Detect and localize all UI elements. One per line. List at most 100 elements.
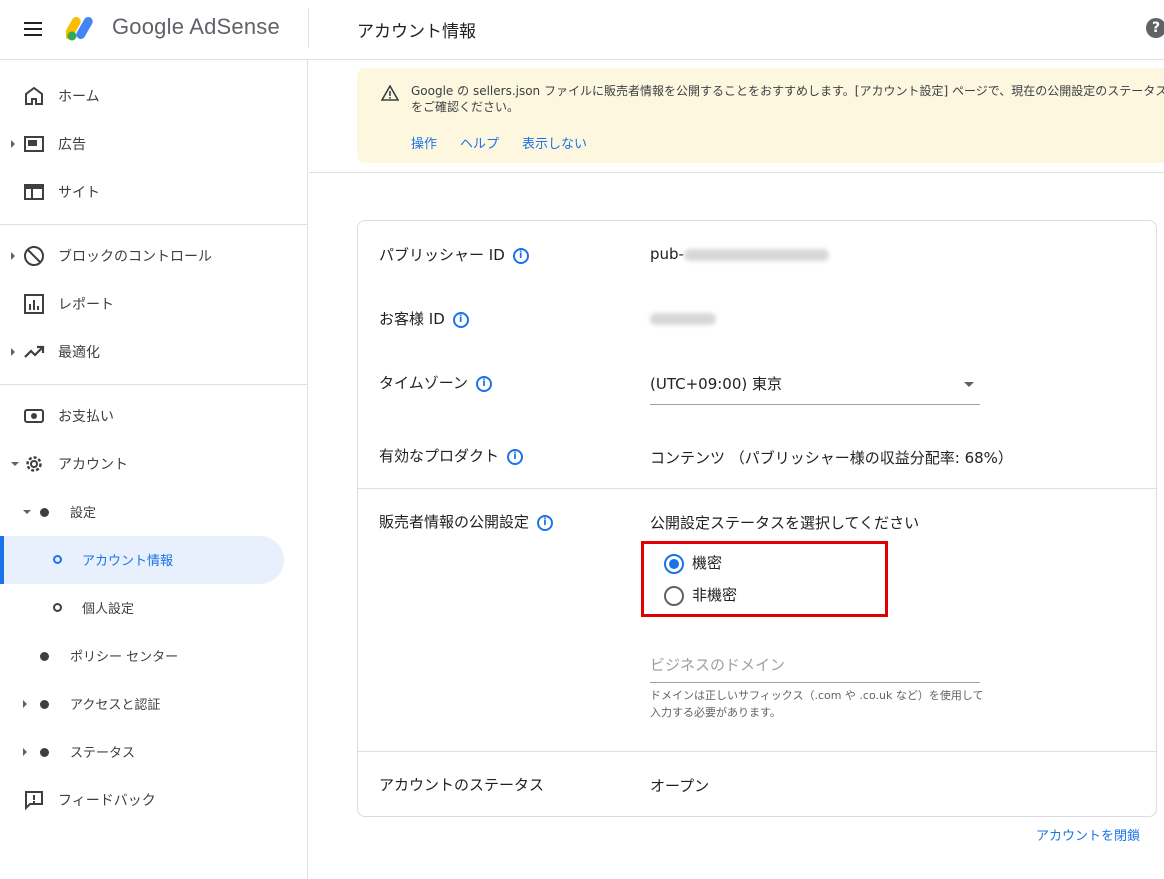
payments-icon (24, 409, 44, 423)
sidebar-item-feedback[interactable]: フィードバック (0, 776, 308, 824)
sidebar-item-policy-center[interactable]: ポリシー センター (0, 632, 308, 680)
banner-message: Google の sellers.json ファイルに販売者情報を公開することを… (411, 84, 1164, 114)
domain-help-text: ドメインは正しいサフィックス（.com や .co.uk など）を使用して入力す… (650, 689, 984, 719)
sidebar-item-optimization[interactable]: 最適化 (0, 328, 308, 376)
expand-caret-icon[interactable] (11, 348, 15, 356)
sidebar-item-personal-settings[interactable]: 個人設定 (0, 584, 308, 632)
info-icon[interactable]: i (507, 448, 524, 465)
warning-icon (381, 85, 399, 101)
adsense-logo-icon (66, 17, 93, 41)
trending-up-icon (24, 345, 45, 358)
timezone-label: タイムゾーン (379, 374, 468, 392)
sidebar-item-label: アカウント (58, 457, 128, 473)
publisher-id-label: パブリッシャー ID (379, 246, 505, 264)
sidebar-item-label: フィードバック (58, 793, 156, 809)
ring-bullet-icon (53, 555, 62, 564)
bullet-icon (40, 748, 49, 757)
collapse-caret-icon[interactable] (23, 510, 31, 514)
sidebar-divider (0, 224, 308, 225)
seller-visibility-prompt: 公開設定ステータスを選択してください (650, 514, 920, 532)
business-domain-input[interactable]: ビジネスのドメイン (650, 647, 980, 683)
sidebar-item-sites[interactable]: サイト (0, 168, 308, 216)
reports-icon (24, 294, 44, 314)
sidebar-item-label: ステータス (70, 746, 136, 761)
customer-id-value (650, 309, 716, 327)
info-icon[interactable]: i (512, 247, 529, 264)
ring-bullet-icon (53, 603, 62, 612)
sidebar-item-home[interactable]: ホーム (0, 72, 308, 120)
visibility-radio-highlight: 機密 非機密 (641, 541, 888, 617)
feedback-icon (25, 791, 43, 811)
sidebar-item-label: お支払い (58, 409, 114, 425)
sidebar-item-payments[interactable]: お支払い (0, 392, 308, 440)
block-icon (24, 246, 44, 266)
timezone-row: タイムゾーン i (379, 372, 492, 393)
banner-help-link[interactable]: ヘルプ (460, 133, 499, 152)
expand-caret-icon[interactable] (23, 748, 27, 756)
products-row: 有効なプロダクト i (379, 445, 524, 466)
expand-caret-icon[interactable] (23, 700, 27, 708)
sidebar-item-label: ホーム (58, 89, 100, 105)
collapse-caret-icon[interactable] (11, 462, 19, 466)
info-icon[interactable]: i (452, 311, 469, 328)
sidebar-item-label: サイト (58, 185, 100, 201)
seller-info-row: 販売者情報の公開設定 i (379, 511, 554, 532)
sidebar-divider (0, 384, 308, 385)
products-label: 有効なプロダクト (379, 447, 500, 465)
sidebar-item-status[interactable]: ステータス (0, 728, 308, 776)
banner-action-link[interactable]: 操作 (411, 133, 437, 152)
ads-icon (24, 136, 44, 152)
sidebar-item-settings[interactable]: 設定 (0, 488, 308, 536)
card-divider (358, 751, 1156, 752)
info-icon[interactable]: i (537, 514, 554, 531)
sites-icon (24, 184, 44, 200)
app-name: Google AdSense (112, 14, 280, 39)
publisher-id-value: pub- (650, 245, 829, 263)
sidebar-item-ads[interactable]: 広告 (0, 120, 308, 168)
sidebar-item-label: 広告 (58, 137, 86, 153)
non-confidential-radio[interactable] (664, 586, 684, 606)
seller-info-label: 販売者情報の公開設定 (379, 513, 530, 531)
sidebar-item-label: ブロックのコントロール (58, 249, 212, 265)
sidebar: ホーム 広告 サイト ブロックのコントロール レポート 最適化 お支払い アカウ… (0, 60, 308, 879)
card-divider (358, 488, 1156, 489)
top-bar: Google AdSense アカウント情報 ? (0, 0, 1164, 60)
expand-caret-icon[interactable] (11, 140, 15, 148)
non-confidential-radio-label[interactable]: 非機密 (692, 584, 737, 605)
account-status-value: オープン (650, 777, 710, 795)
sidebar-item-label: アクセスと認証 (70, 698, 161, 713)
account-info-card: パブリッシャー ID i pub- お客様 ID i タイムゾーン i (UTC+09… (357, 220, 1157, 817)
sidebar-item-account[interactable]: アカウント (0, 440, 308, 488)
products-value: コンテンツ （パブリッシャー様の収益分配率: 68%） (650, 449, 1013, 467)
publisher-id-prefix: pub- (650, 245, 684, 263)
info-icon[interactable]: i (475, 375, 492, 392)
banner-dismiss-link[interactable]: 表示しない (522, 133, 587, 152)
header-divider (308, 8, 309, 48)
close-account-link[interactable]: アカウントを閉鎖 (1036, 825, 1140, 844)
redacted-publisher-id (683, 248, 829, 261)
timezone-select[interactable]: (UTC+09:00) 東京 (650, 369, 980, 405)
content-divider (309, 172, 1164, 173)
main-menu-icon[interactable] (24, 19, 46, 39)
bullet-icon (40, 508, 49, 517)
account-status-label: アカウントのステータス (379, 776, 545, 794)
sidebar-item-label: 最適化 (58, 345, 100, 361)
expand-caret-icon[interactable] (11, 252, 15, 260)
sidebar-item-label: 個人設定 (82, 602, 135, 617)
redacted-customer-id (650, 312, 716, 325)
bullet-icon (40, 700, 49, 709)
help-icon[interactable]: ? (1146, 18, 1164, 38)
confidential-radio-label[interactable]: 機密 (692, 552, 722, 573)
sidebar-item-label: レポート (58, 297, 114, 313)
sidebar-item-blocking-controls[interactable]: ブロックのコントロール (0, 232, 308, 280)
publisher-id-row: パブリッシャー ID i (379, 244, 529, 265)
confidential-radio[interactable] (664, 554, 684, 574)
sidebar-item-label: アカウント情報 (82, 554, 174, 569)
sidebar-item-access-auth[interactable]: アクセスと認証 (0, 680, 308, 728)
page-title: アカウント情報 (357, 22, 476, 42)
sidebar-item-account-info[interactable]: アカウント情報 (0, 536, 308, 584)
sidebar-item-label: ポリシー センター (70, 650, 179, 665)
gear-icon (26, 456, 42, 472)
bullet-icon (40, 652, 49, 661)
sidebar-item-reports[interactable]: レポート (0, 280, 308, 328)
